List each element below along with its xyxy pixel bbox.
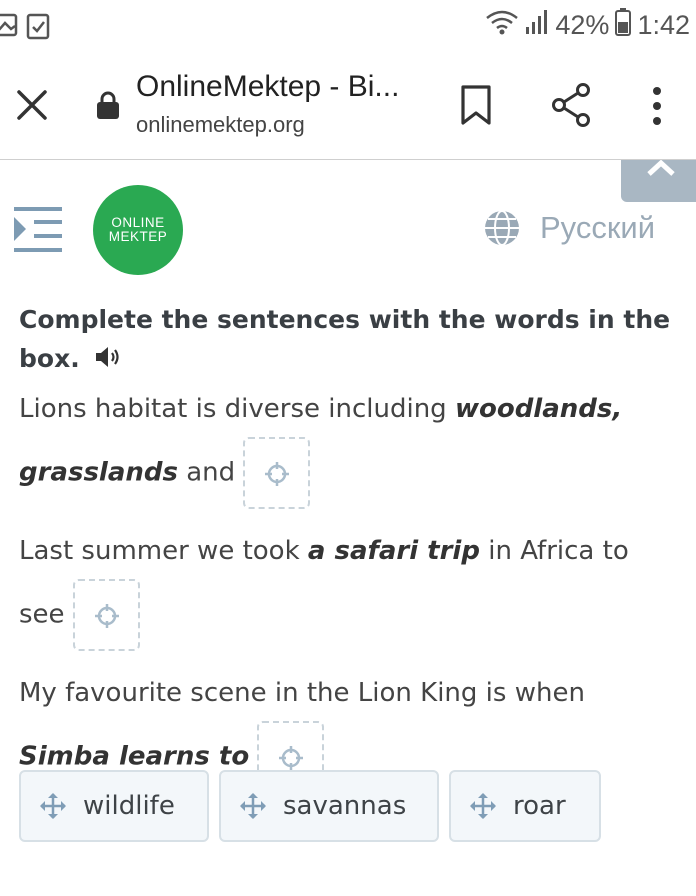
signal-icon [525,9,549,42]
exercise-instruction: Complete the sentences with the words in… [19,300,679,380]
close-tab-button[interactable] [12,85,52,125]
sentence-1: Lions habitat is diverse including woodl… [19,381,679,509]
language-label: Русский [540,210,656,245]
exercise-content: Complete the sentences with the words in… [19,300,679,793]
status-bar: 42% 1:42 [0,0,696,50]
sentence-2: Last summer we took a safari trip in Afr… [19,523,679,651]
scroll-to-top-button[interactable] [621,159,696,202]
word-option-savannas[interactable]: savannas [219,770,439,842]
language-selector[interactable]: Русский [482,208,655,248]
drag-move-icon [240,793,266,819]
drag-move-icon [40,793,66,819]
target-icon [265,461,290,486]
sentence-1-before: Lions habitat is diverse including [19,393,455,424]
logo-text-line1: ONLINE [111,215,165,230]
page-title[interactable]: OnlineMektep - Bi... [136,70,399,104]
sidebar-toggle-button[interactable] [12,205,64,255]
audio-play-button[interactable] [94,341,122,380]
more-options-button[interactable] [642,84,672,128]
target-icon [94,603,119,628]
word-option-label: savannas [283,791,407,821]
share-button[interactable] [550,82,592,128]
clock: 1:42 [637,10,690,40]
logo-text-line2: MEKTEP [108,229,168,244]
answer-drop-slot-1[interactable] [243,436,311,509]
target-icon [279,745,304,770]
site-logo[interactable]: ONLINE MEKTEP [93,185,183,275]
url-domain[interactable]: onlinemektep.org [136,112,305,138]
bookmark-icon [461,85,491,125]
browser-toolbar: OnlineMektep - Bi... onlinemektep.org [0,50,696,160]
answer-drop-slot-2[interactable] [72,578,140,651]
word-option-roar[interactable]: roar [449,770,601,842]
wifi-icon [485,9,519,42]
word-option-label: wildlife [83,791,175,821]
battery-icon [615,8,632,43]
battery-percent: 42% [555,10,610,40]
sentence-1-after: and [177,457,236,487]
sentence-3-emphasis: Simba learns to [19,741,250,771]
globe-icon [485,210,519,246]
more-vert-icon [653,87,661,125]
clipboard-check-icon [26,12,50,45]
sentence-2-before: Last summer we took [19,535,308,566]
chevron-up-icon [647,159,675,176]
lock-icon[interactable] [95,90,121,120]
share-icon [552,83,590,127]
sentence-3-before: My favourite scene in the Lion King is w… [19,677,585,708]
sentence-2-emphasis: a safari trip [307,535,480,566]
image-icon [0,12,18,45]
speaker-icon [95,346,119,367]
close-icon [17,90,47,120]
word-option-label: roar [513,791,566,821]
bookmark-button[interactable] [458,84,494,126]
menu-open-icon [14,207,62,252]
drag-move-icon [470,793,496,819]
word-option-wildlife[interactable]: wildlife [19,770,209,842]
word-bank: wildlife savannas roar [19,770,601,842]
